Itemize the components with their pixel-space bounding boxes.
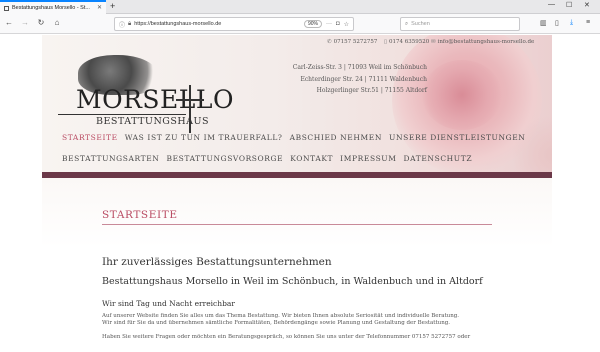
address-altdorf: Holzgerlinger Str.51 | 71155 Altdorf — [316, 87, 427, 94]
mail-icon: ✉ — [431, 39, 436, 45]
phone-contact[interactable]: ✆ 07157 5272757 — [327, 39, 377, 45]
close-tab-icon[interactable]: ✕ — [97, 4, 102, 11]
url-text[interactable]: https://bestattungshaus-morsello.de — [134, 21, 304, 27]
nav-bestattungsarten[interactable]: Bestattungsarten — [62, 154, 159, 163]
logo-subtitle: BESTATTUNGSHAUS — [96, 116, 210, 127]
main-content: Startseite Ihr zuverlässiges Bestattungs… — [42, 178, 552, 352]
lock-icon: 🔒︎ — [128, 20, 132, 27]
search-placeholder[interactable]: Suchen — [411, 21, 430, 27]
logo[interactable]: MORSELLO BESTATTUNGSHAUS — [58, 55, 234, 135]
nav-impressum[interactable]: Impressum — [340, 154, 396, 163]
bookmark-star-icon[interactable]: ☆ — [344, 21, 349, 28]
intro-line-2: Wir sind für Sie da und übernehmen sämtl… — [102, 320, 451, 326]
tab-bar: Bestattungshaus Morsello - St... ✕ + — ☐… — [0, 0, 600, 14]
search-bar[interactable]: ⌕ Suchen — [400, 17, 520, 31]
back-icon[interactable]: ← — [4, 18, 14, 27]
phone-icon: ✆ — [327, 39, 332, 45]
availability-heading: Wir sind Tag und Nacht erreichbar — [102, 299, 235, 308]
info-icon[interactable]: ⓘ — [119, 20, 125, 29]
new-tab-button[interactable]: + — [110, 1, 115, 11]
contact-paragraph: Haben Sie weitere Fragen oder möchten ei… — [102, 334, 471, 340]
mobile-contact[interactable]: ▯ 0174 6359520 — [384, 39, 429, 45]
mobile-icon: ▯ — [384, 39, 388, 45]
pocket-icon[interactable]: ◘ — [336, 21, 340, 27]
nav-dienstleistungen[interactable]: Unsere Dienstleistungen — [389, 133, 525, 142]
page-actions-icon[interactable]: ··· — [326, 21, 332, 27]
search-icon: ⌕ — [405, 20, 409, 27]
browser-tab[interactable]: Bestattungshaus Morsello - St... ✕ — [0, 0, 106, 14]
reload-icon[interactable]: ↻ — [36, 18, 46, 27]
zoom-indicator[interactable]: 90% — [303, 20, 322, 28]
page-title: Startseite — [102, 209, 178, 221]
nav-startseite[interactable]: Startseite — [62, 133, 118, 142]
main-menu-row2: Bestattungsarten Bestattungsvorsorge Kon… — [62, 154, 472, 163]
sub-heading: Bestattungshaus Morsello in Weil im Schö… — [102, 276, 483, 287]
address-waldenbuch: Echterdinger Str. 24 | 71111 Waldenbuch — [300, 76, 427, 83]
main-heading: Ihr zuverlässiges Bestattungsunternehmen — [102, 256, 332, 268]
download-icon[interactable]: ⤓ — [570, 19, 573, 27]
nav-trauerfall[interactable]: Was ist zu tun im Trauerfall? — [125, 133, 283, 142]
nav-kontakt[interactable]: Kontakt — [290, 154, 333, 163]
nav-bestattungsvorsorge[interactable]: Bestattungsvorsorge — [166, 154, 283, 163]
header-banner: ✆ 07157 5272757 ▯ 0174 6359520 ✉ info@besta… — [42, 35, 552, 172]
minimize-button[interactable]: — — [548, 1, 555, 8]
web-page: ✆ 07157 5272757 ▯ 0174 6359520 ✉ info@besta… — [0, 35, 600, 352]
sidebar-icon[interactable]: ▯ — [555, 19, 559, 27]
address-bar[interactable]: ⓘ 🔒︎ https://bestattungshaus-morsello.de… — [114, 17, 354, 31]
nav-abschied[interactable]: Abschied nehmen — [290, 133, 382, 142]
home-icon[interactable]: ⌂ — [52, 18, 62, 27]
maximize-button[interactable]: ☐ — [566, 1, 572, 9]
email-contact[interactable]: ✉ info@bestattungshaus-morsello.de — [431, 39, 534, 45]
logo-name: MORSELLO — [76, 85, 234, 114]
address-weil: Carl-Zeiss-Str. 3 | 71093 Weil im Schönb… — [292, 64, 427, 71]
nav-datenschutz[interactable]: Datenschutz — [404, 154, 473, 163]
menu-icon[interactable]: ≡ — [586, 19, 590, 26]
main-menu-row1: Startseite Was ist zu tun im Trauerfall?… — [62, 133, 525, 142]
favicon-icon — [4, 5, 9, 11]
tab-title: Bestattungshaus Morsello - St... — [12, 5, 90, 11]
library-icon[interactable]: ▥ — [540, 19, 547, 27]
close-window-button[interactable]: ✕ — [584, 1, 590, 9]
navigation-bar: ← → ↻ ⌂ ⓘ 🔒︎ https://bestattungshaus-mor… — [0, 14, 600, 34]
forward-icon[interactable]: → — [20, 18, 30, 27]
cross-icon — [189, 85, 191, 133]
title-underline — [102, 224, 492, 225]
